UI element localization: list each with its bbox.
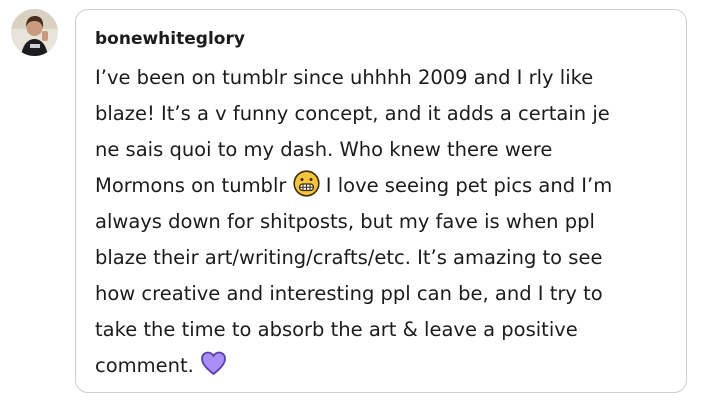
post-line: ne sais quoi to my dash. Who knew there … bbox=[95, 138, 553, 161]
post-thread: bonewhiteglory I’ve been on tumblr since… bbox=[0, 0, 705, 411]
post-text-segment: comment. bbox=[95, 354, 194, 377]
grimacing-face-icon bbox=[292, 170, 320, 197]
post-card: bonewhiteglory I’ve been on tumblr since… bbox=[75, 9, 687, 393]
post-line: blaze! It’s a v funny concept, and it ad… bbox=[95, 102, 610, 125]
post-line-with-emoji: comment. bbox=[95, 348, 675, 384]
purple-heart-icon bbox=[200, 350, 227, 377]
post-text-segment: I love seeing pet pics and I’m bbox=[319, 174, 613, 197]
post-line: how creative and interesting ppl can be,… bbox=[95, 282, 603, 305]
post-line: take the time to absorb the art & leave … bbox=[95, 318, 578, 341]
avatar-photo bbox=[11, 9, 58, 56]
post-line: blaze their art/writing/crafts/etc. It’s… bbox=[95, 246, 603, 269]
post-line: always down for shitposts, but my fave i… bbox=[95, 210, 595, 233]
post-line: I’ve been on tumblr since uhhhh 2009 and… bbox=[95, 66, 594, 89]
post-body: I’ve been on tumblr since uhhhh 2009 and… bbox=[95, 60, 675, 384]
username-link[interactable]: bonewhiteglory bbox=[95, 27, 245, 51]
post-text-segment: Mormons on tumblr bbox=[95, 174, 287, 197]
post-line-with-emoji: Mormons on tumblr I love seeing pet pics… bbox=[95, 168, 675, 204]
avatar[interactable] bbox=[11, 9, 58, 56]
